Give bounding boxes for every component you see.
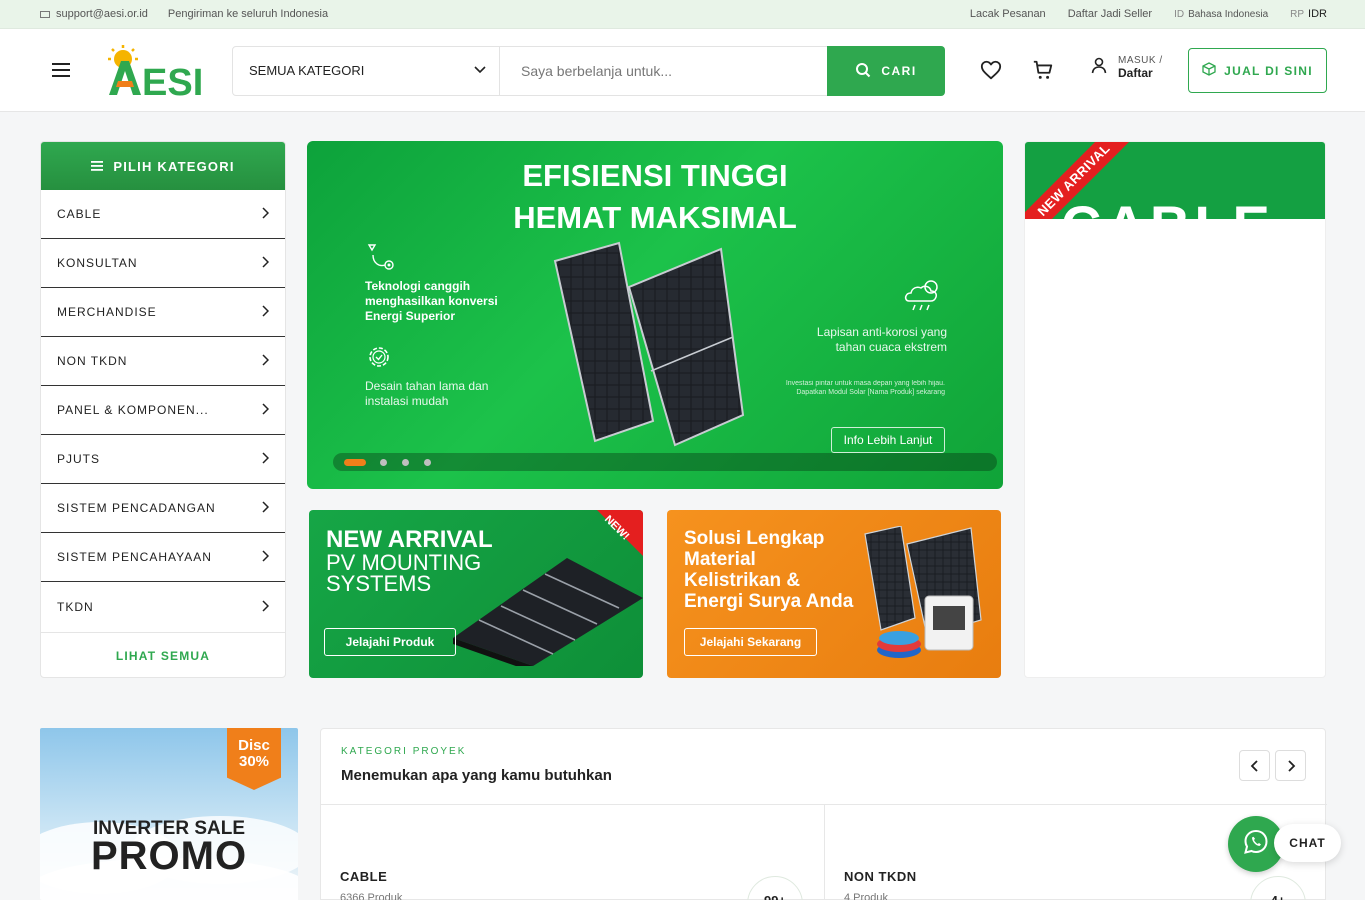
slide-dot-4[interactable] (424, 459, 431, 466)
chevron-right-icon (261, 500, 270, 516)
chevron-right-icon (261, 451, 270, 467)
login-link[interactable]: MASUK / Daftar (1090, 55, 1163, 80)
category-item-cable[interactable]: CABLE (41, 190, 285, 239)
whatsapp-icon (1242, 828, 1270, 861)
svg-text:ESI: ESI (142, 62, 203, 97)
project-card-name[interactable]: CABLE (340, 869, 387, 884)
promo-title: PROMO (90, 834, 248, 878)
solar-products-image (864, 526, 982, 658)
section-title: Menemukan apa yang kamu butuhkan (341, 767, 612, 784)
search-input[interactable] (501, 47, 826, 95)
track-order-link[interactable]: Lacak Pesanan (970, 8, 1046, 20)
hero-title: EFISIENSI TINGGI HEMAT MAKSIMAL (513, 158, 797, 235)
explore-products-button[interactable]: Jelajahi Produk (324, 628, 456, 656)
hero-feature-2: Desain tahan lama dan instalasi mudah (365, 379, 489, 408)
gear-check-icon (365, 343, 393, 376)
category-item-pjuts[interactable]: PJUTS (41, 435, 285, 484)
category-menu-header: PILIH KATEGORI (41, 142, 285, 190)
category-item-tkdn[interactable]: TKDN (41, 582, 285, 633)
see-all-categories-link[interactable]: LIHAT SEMUA (41, 633, 285, 677)
box-icon (1202, 62, 1216, 79)
shipping-note: Pengiriman ke seluruh Indonesia (167, 8, 329, 20)
carousel-prev-button[interactable] (1239, 750, 1270, 781)
wishlist-heart-icon[interactable] (980, 59, 1002, 86)
inverter-promo-banner[interactable]: Disc 30% INVERTER SALE PROMO (40, 728, 298, 900)
hero-more-info-button[interactable]: Info Lebih Lanjut (831, 427, 945, 453)
cable-banner: NEW ARRIVAL CABLE (1025, 142, 1325, 220)
category-dropdown[interactable]: SEMUA KATEGORI (233, 47, 500, 95)
category-menu: PILIH KATEGORI CABLE KONSULTAN MERCHANDI… (40, 141, 286, 678)
section-eyebrow: KATEGORI PROYEK (341, 746, 467, 757)
hero-feature-1: Teknologi canggih menghasilkan konversi … (365, 279, 498, 323)
support-email[interactable]: support@aesi.or.id (40, 8, 148, 20)
solution-banner[interactable]: Solusi Lengkap Material Kelistrikan & En… (667, 510, 1001, 678)
become-seller-link[interactable]: Daftar Jadi Seller (1068, 8, 1152, 20)
chevron-right-icon (261, 549, 270, 565)
chevron-down-icon (473, 62, 487, 79)
slide-dot-1[interactable] (344, 459, 366, 466)
pv-mounting-banner[interactable]: NEW ARRIVAL PV MOUNTING SYSTEMS NEW! Jel… (309, 510, 643, 678)
mounting-rails-image (453, 558, 643, 666)
category-item-sistem-pencahayaan[interactable]: SISTEM PENCAHAYAAN (41, 533, 285, 582)
user-icon (1090, 56, 1108, 79)
category-item-konsultan[interactable]: KONSULTAN (41, 239, 285, 288)
new-arrival-cable-card[interactable]: NEW ARRIVAL CABLE (1024, 141, 1326, 678)
project-card-name[interactable]: NON TKDN (844, 869, 917, 884)
chevron-right-icon (261, 599, 270, 615)
cart-icon[interactable] (1032, 59, 1054, 86)
slide-dot-3[interactable] (402, 459, 409, 466)
category-item-panel-komponen[interactable]: PANEL & KOMPONEN... (41, 386, 285, 435)
category-item-merchandise[interactable]: MERCHANDISE (41, 288, 285, 337)
hero-slider[interactable]: EFISIENSI TINGGI HEMAT MAKSIMAL Teknolog… (307, 141, 1003, 489)
category-item-non-tkdn[interactable]: NON TKDN (41, 337, 285, 386)
slide-dot-2[interactable] (380, 459, 387, 466)
hero-feature-3: Lapisan anti-korosi yang tahan cuaca eks… (816, 325, 947, 354)
carousel-next-button[interactable] (1275, 750, 1306, 781)
sun-scan-icon (365, 241, 395, 276)
language-selector[interactable]: ID Bahasa Indonesia (1174, 8, 1268, 20)
cable-headline: CABLE (1061, 198, 1274, 220)
chevron-right-icon (261, 304, 270, 320)
hero-fine-print: Investasi pintar untuk masa depan yang l… (785, 380, 945, 396)
currency-selector[interactable]: RP IDR (1290, 8, 1327, 20)
project-card-count: 4 Produk (844, 892, 889, 900)
search-button[interactable]: CARI (827, 46, 945, 96)
project-categories-section: KATEGORI PROYEK Menemukan apa yang kamu … (320, 728, 1327, 900)
chevron-right-icon (261, 402, 270, 418)
search-icon (855, 62, 871, 81)
discount-badge: Disc 30% (227, 728, 281, 790)
category-item-sistem-pencadangan[interactable]: SISTEM PENCADANGAN (41, 484, 285, 533)
solar-panel-image (553, 241, 745, 447)
list-icon (91, 159, 104, 174)
menu-icon[interactable] (52, 63, 70, 77)
chevron-right-icon (261, 206, 270, 222)
main-header: ESI SEMUA KATEGORI CARI MASUK / Daftar (0, 29, 1365, 112)
chevron-right-icon (261, 255, 270, 271)
project-card-count: 6366 Produk (340, 892, 403, 900)
sell-here-button[interactable]: JUAL DI SINI (1188, 48, 1327, 93)
top-bar: support@aesi.or.id Pengiriman ke seluruh… (0, 0, 1365, 29)
chat-label-button[interactable]: CHAT (1274, 824, 1341, 862)
search-bar: SEMUA KATEGORI CARI (232, 46, 945, 96)
weather-cloud-icon (903, 273, 947, 320)
site-logo[interactable]: ESI (107, 45, 209, 104)
explore-now-button[interactable]: Jelajahi Sekarang (684, 628, 817, 656)
mail-icon (40, 11, 50, 18)
chevron-right-icon (261, 353, 270, 369)
slider-pagination (333, 453, 997, 471)
